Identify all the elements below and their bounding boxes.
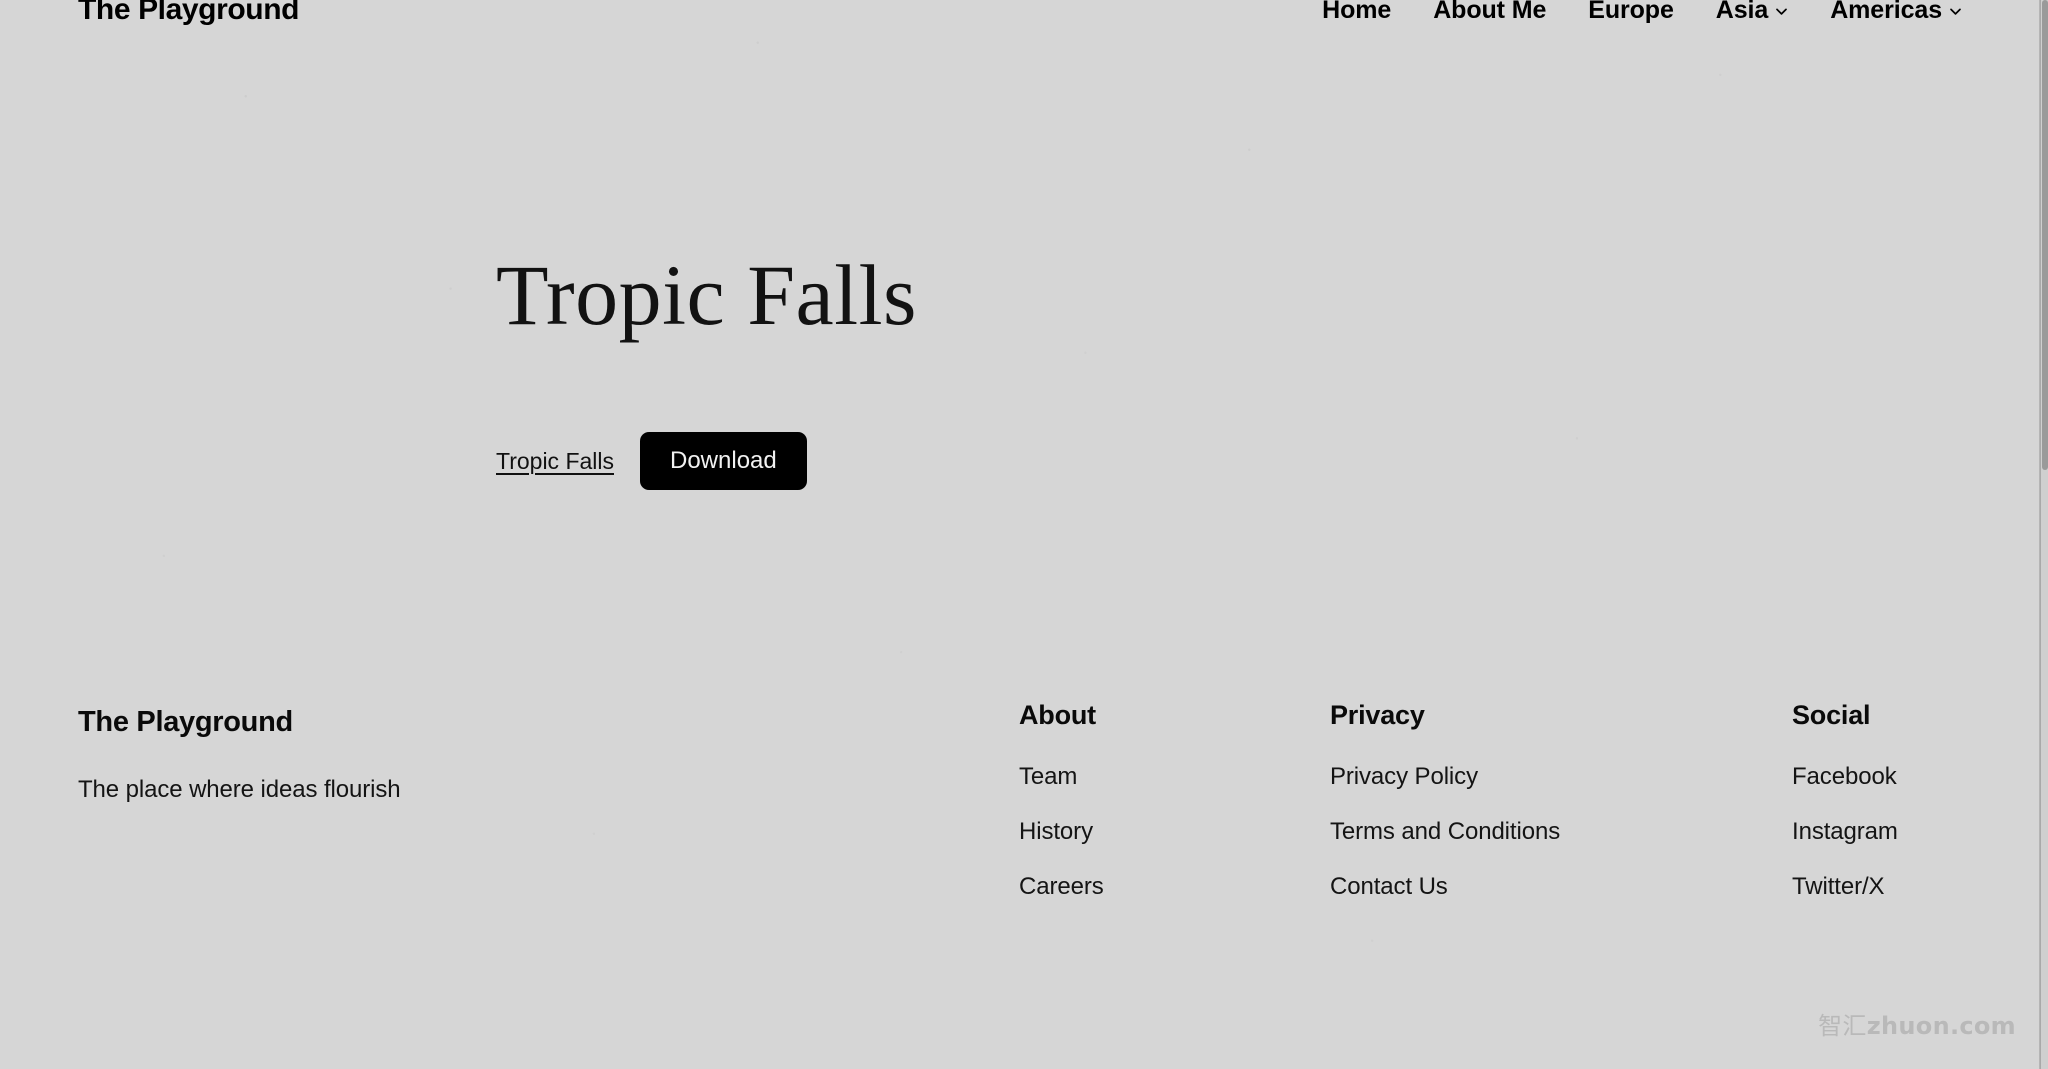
footer-link-team[interactable]: Team [1019, 763, 1104, 791]
footer-link-instagram[interactable]: Instagram [1792, 818, 1898, 846]
nav-label: Home [1322, 0, 1392, 24]
footer-column-title: Social [1792, 700, 1871, 730]
footer-tagline: The place where ideas flourish [78, 776, 401, 803]
footer-column-privacy: Privacy Privacy Policy Terms and Conditi… [1330, 700, 1560, 901]
download-button[interactable]: Download [640, 432, 807, 491]
vertical-scrollbar[interactable] [2040, 0, 2048, 1069]
footer-link-twitter-x[interactable]: Twitter/X [1792, 873, 1898, 901]
nav-label: Europe [1588, 0, 1674, 24]
footer-link-facebook[interactable]: Facebook [1792, 763, 1898, 791]
brand-logo[interactable]: The Playground [78, 0, 299, 27]
main-navigation: Home About Me Europe Asia Americas [1301, 0, 1962, 25]
footer-link-terms-and-conditions[interactable]: Terms and Conditions [1330, 818, 1560, 846]
footer-column-social: Social Facebook Instagram Twitter/X [1792, 700, 1898, 901]
nav-item-about-me[interactable]: About Me [1412, 0, 1567, 25]
footer-link-privacy-policy[interactable]: Privacy Policy [1330, 763, 1560, 791]
nav-item-americas[interactable]: Americas [1809, 0, 1962, 25]
tropic-falls-link[interactable]: Tropic Falls [496, 448, 614, 475]
watermark-en: zhuon.com [1866, 1012, 2016, 1040]
footer-brand: The Playground The place where ideas flo… [78, 706, 638, 804]
chevron-down-icon [1775, 5, 1788, 18]
nav-item-europe[interactable]: Europe [1567, 0, 1695, 25]
nav-label: Asia [1715, 0, 1769, 24]
footer-link-contact-us[interactable]: Contact Us [1330, 873, 1560, 901]
nav-label: About Me [1433, 0, 1547, 24]
footer-column-title: Privacy [1330, 700, 1425, 730]
watermark-cn: 智汇 [1818, 1012, 1867, 1040]
hero-section: Tropic Falls Tropic Falls Download [496, 247, 917, 491]
hero-actions: Tropic Falls Download [496, 432, 917, 491]
footer-brand-name: The Playground [78, 706, 293, 738]
page-title: Tropic Falls [496, 247, 917, 343]
scrollbar-thumb[interactable] [2042, 0, 2048, 470]
chevron-down-icon [1949, 5, 1962, 18]
site-header: The Playground Home About Me Europe Asia… [0, 0, 2040, 36]
footer-column-title: About [1019, 700, 1096, 730]
footer-link-history[interactable]: History [1019, 818, 1104, 846]
footer-link-careers[interactable]: Careers [1019, 873, 1104, 901]
footer-column-about: About Team History Careers [1019, 700, 1104, 901]
watermark: 智汇zhuon.com [1818, 1006, 2016, 1041]
site-footer: The Playground The place where ideas flo… [0, 690, 2040, 1020]
nav-item-asia[interactable]: Asia [1695, 0, 1809, 25]
nav-label: Americas [1830, 0, 1942, 24]
nav-item-home[interactable]: Home [1301, 0, 1412, 25]
